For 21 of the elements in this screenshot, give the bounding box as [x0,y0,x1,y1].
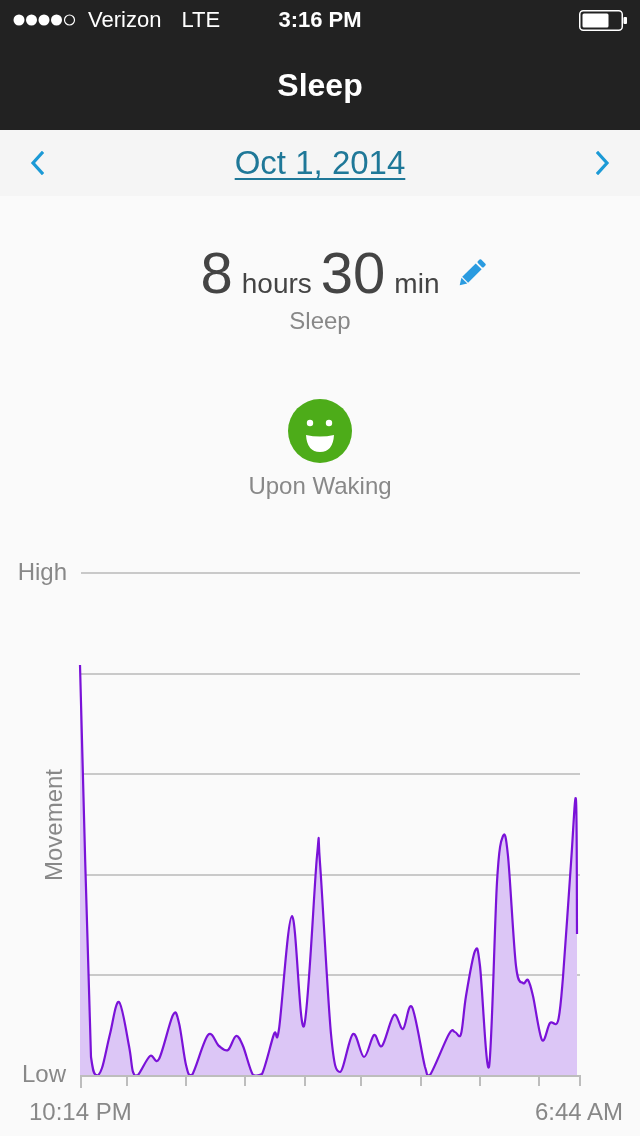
minutes-value: 30 [320,243,386,303]
carrier-name: Verizon [88,7,162,33]
hours-value: 8 [200,243,233,303]
mood-label: Upon Waking [248,472,392,500]
smiley-face-icon [288,399,352,463]
minutes-unit: min [394,267,440,301]
date-link[interactable]: Oct 1, 2014 [234,144,406,182]
y-axis-bottom-label: Low [21,1060,66,1088]
y-axis-title: Movement [40,769,68,881]
screen-title: Sleep [277,66,363,104]
y-axis-top-label: High [17,558,67,586]
x-axis-end-label: 6:44 AM [534,1098,623,1126]
network-type: LTE [181,7,221,33]
chevron-left-icon [30,151,44,175]
status-time: 3:16 PM [278,7,362,33]
duration-label: Sleep [289,307,351,335]
hours-unit: hours [241,267,312,301]
signal-strength-icon [13,14,76,26]
battery-icon [579,9,627,31]
x-axis-start-label: 10:14 PM [29,1098,132,1126]
chevron-right-icon [596,151,610,175]
